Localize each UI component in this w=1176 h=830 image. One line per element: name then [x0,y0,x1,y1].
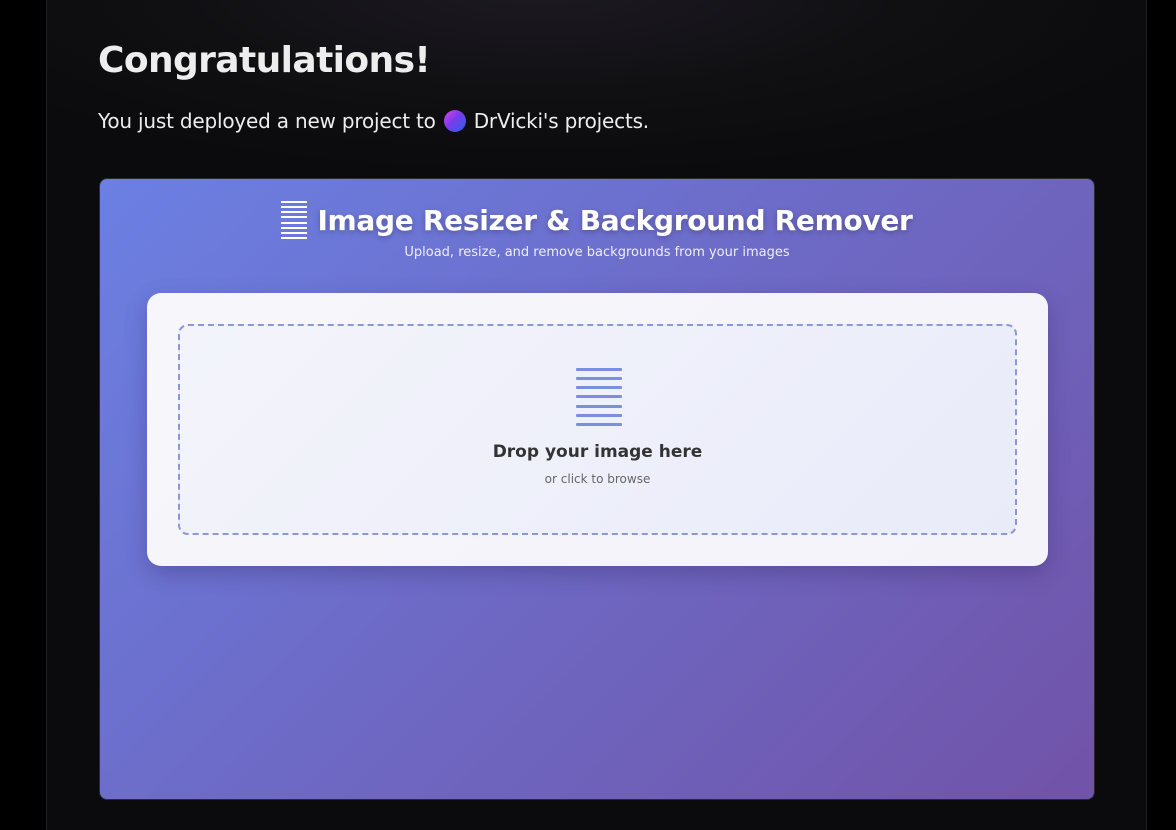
team-avatar-icon [443,110,466,132]
app-header: Image Resizer & Background Remover [100,201,1094,239]
left-backdrop [0,0,46,816]
deploy-message: You just deployed a new project to DrVic… [98,109,649,133]
app-title: Image Resizer & Background Remover [317,203,913,237]
team-name: DrVicki's projects. [473,109,649,133]
upload-card: Drop your image here or click to browse [147,293,1048,566]
app-subtitle: Upload, resize, and remove backgrounds f… [404,245,790,260]
right-backdrop [1148,0,1176,816]
image-dropzone[interactable]: Drop your image here or click to browse [178,324,1017,535]
deploy-message-text: You just deployed a new project to [98,109,436,133]
dropzone-hint: or click to browse [544,472,651,486]
lines-icon [281,201,308,239]
dropzone-title: Drop your image here [492,442,703,462]
page-title: Congratulations! [98,40,431,81]
deployment-preview[interactable]: Image Resizer & Background Remover Uploa… [99,178,1095,800]
document-lines-icon [576,368,622,426]
